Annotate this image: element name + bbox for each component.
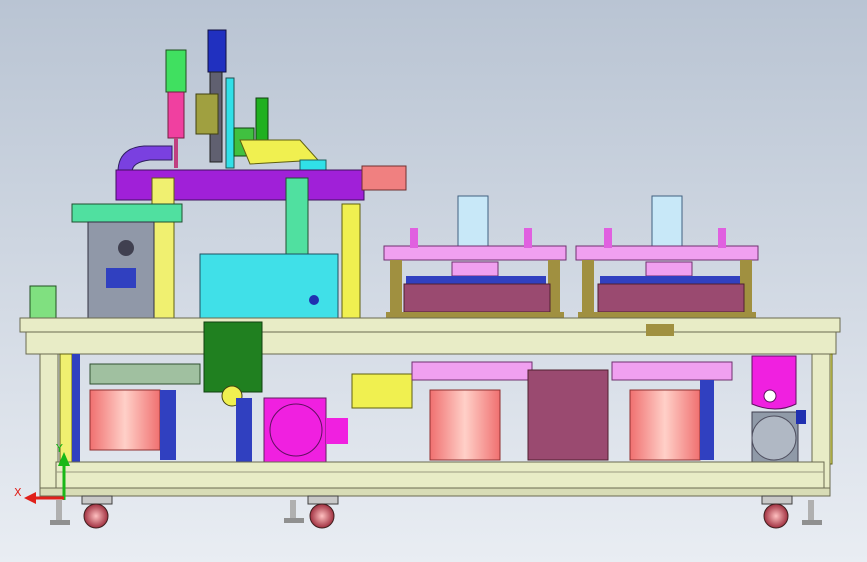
assembly-drawing: X Y — [0, 0, 867, 562]
y-axis-label: Y — [55, 442, 63, 455]
x-axis-label: X — [14, 486, 22, 499]
cad-viewport[interactable]: X Y — [0, 0, 867, 562]
